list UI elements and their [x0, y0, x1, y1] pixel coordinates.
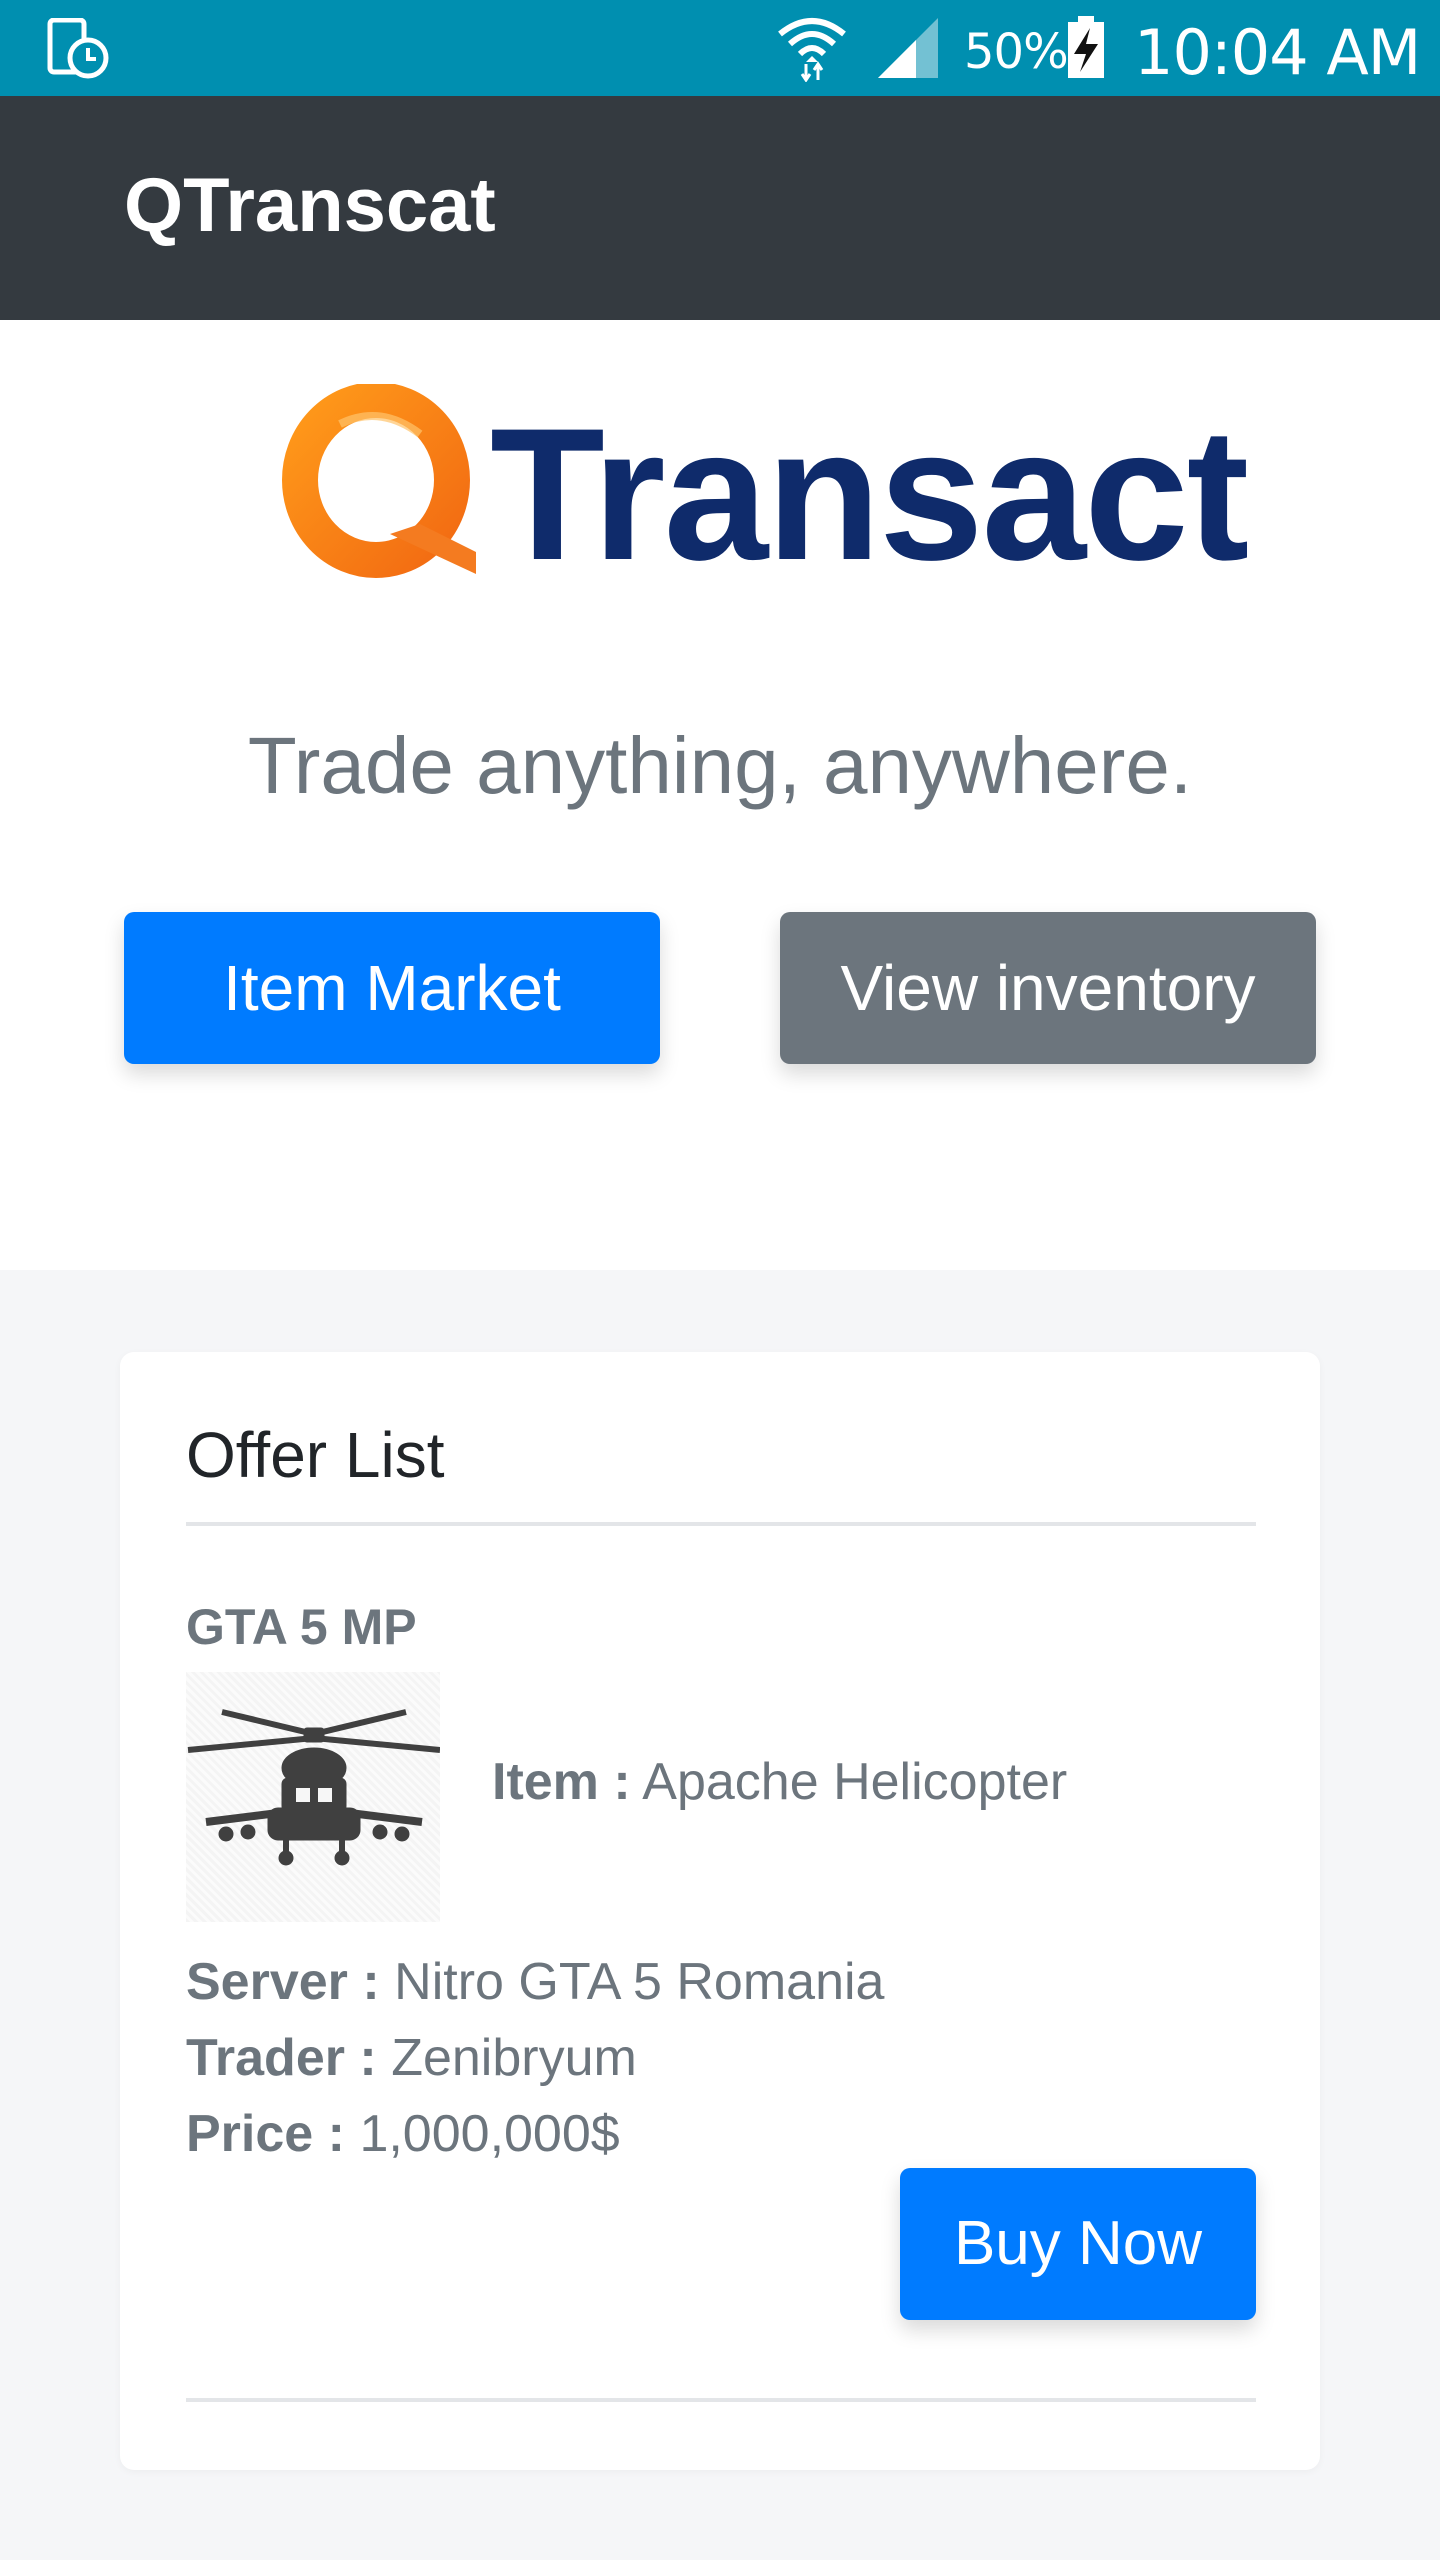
wifi-icon — [778, 18, 846, 82]
item-market-button[interactable]: Item Market — [124, 912, 660, 1064]
logo-wordmark: Transact — [490, 389, 1249, 599]
server-label: Server : — [186, 1953, 380, 2011]
item-value: Apache Helicopter — [642, 1753, 1068, 1811]
clock: 10:04 AM — [1134, 16, 1421, 89]
brand-logo: Transact — [280, 384, 1249, 594]
server-row: Server : Nitro GTA 5 Romania — [186, 1952, 884, 2012]
app-bar: QTranscat — [0, 96, 1440, 320]
app-title: QTranscat — [124, 163, 496, 248]
item-label: Item : — [492, 1753, 631, 1811]
hero-section: Transact Trade anything, anywhere. Item … — [0, 320, 1440, 1270]
price-row: Price : 1,000,000$ — [186, 2104, 620, 2164]
divider — [186, 1522, 1256, 1526]
offer-game-name: GTA 5 MP — [186, 1599, 417, 1655]
trader-label: Trader : — [186, 2029, 377, 2087]
trader-value: Zenibryum — [391, 2029, 637, 2087]
offer-list-title: Offer List — [186, 1419, 445, 1491]
q-logo-icon — [282, 384, 476, 578]
battery-percent: 50% — [964, 24, 1069, 80]
item-row: Item : Apache Helicopter — [492, 1752, 1067, 1812]
signal-icon — [878, 18, 938, 78]
battery-charging-icon — [1068, 16, 1104, 78]
helicopter-icon — [187, 1709, 441, 1866]
tagline: Trade anything, anywhere. — [247, 721, 1193, 810]
view-inventory-button[interactable]: View inventory — [780, 912, 1316, 1064]
trader-row: Trader : Zenibryum — [186, 2028, 637, 2088]
notification-clock-icon — [47, 18, 109, 79]
divider — [186, 2398, 1256, 2402]
price-label: Price : — [186, 2105, 345, 2163]
offer-list-card: Offer List GTA 5 MP Item: Apache Helico… — [120, 1352, 1320, 2470]
item-image[interactable] — [186, 1672, 441, 1922]
server-value: Nitro GTA 5 Romania — [394, 1953, 885, 2011]
status-bar: 50% 10:04 AM — [0, 0, 1440, 96]
buy-now-button[interactable]: Buy Now — [900, 2168, 1256, 2320]
price-value: 1,000,000$ — [359, 2105, 620, 2163]
